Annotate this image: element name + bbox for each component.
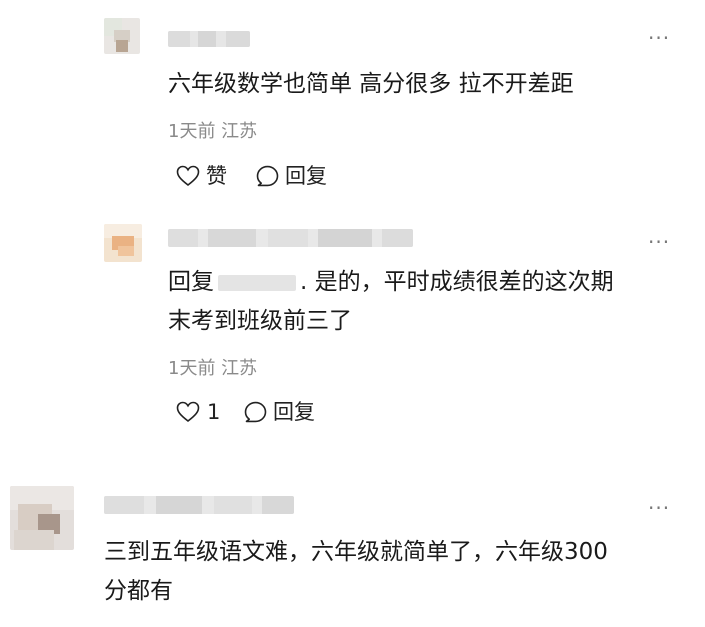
like-label: 赞 [206, 164, 227, 188]
more-options-icon[interactable]: ··· [648, 498, 670, 518]
more-options-icon[interactable]: ··· [648, 232, 670, 252]
avatar[interactable] [104, 224, 142, 262]
like-button[interactable]: 赞 [176, 164, 227, 188]
avatar[interactable] [10, 486, 74, 550]
like-count: 1 [207, 400, 221, 424]
comment-text-line1: 三到五年级语文难，六年级就简单了，六年级300 [104, 539, 608, 565]
comment-meta: 1天前 江苏 [168, 121, 258, 142]
chat-bubble-icon [244, 401, 267, 423]
reply-button[interactable]: 回复 [256, 164, 327, 188]
comment-text-line2: 分都有 [104, 578, 173, 604]
comment-text: 回复 . 是的，平时成绩很差的这次期 [168, 266, 614, 299]
heart-icon [176, 401, 200, 423]
comment-text: 六年级数学也简单 高分很多 拉不开差距 [168, 71, 574, 97]
more-options-icon[interactable]: ··· [648, 28, 670, 48]
username-blurred[interactable] [168, 31, 250, 47]
avatar[interactable] [104, 18, 140, 54]
reply-prefix: 回复 [168, 269, 214, 295]
mentioned-user-blurred[interactable] [218, 274, 296, 291]
heart-icon [176, 165, 200, 187]
username-blurred[interactable] [168, 229, 413, 247]
username-blurred[interactable] [104, 496, 294, 514]
reply-label: 回复 [273, 400, 315, 424]
reply-button[interactable]: 回复 [244, 400, 315, 424]
comment-meta: 1天前 江苏 [168, 358, 258, 379]
comment-text-line1: . 是的，平时成绩很差的这次期 [300, 269, 614, 295]
reply-label: 回复 [285, 164, 327, 188]
like-button[interactable]: 1 [176, 400, 220, 424]
comment-text-line2: 末考到班级前三了 [168, 308, 352, 334]
chat-bubble-icon [256, 165, 279, 187]
